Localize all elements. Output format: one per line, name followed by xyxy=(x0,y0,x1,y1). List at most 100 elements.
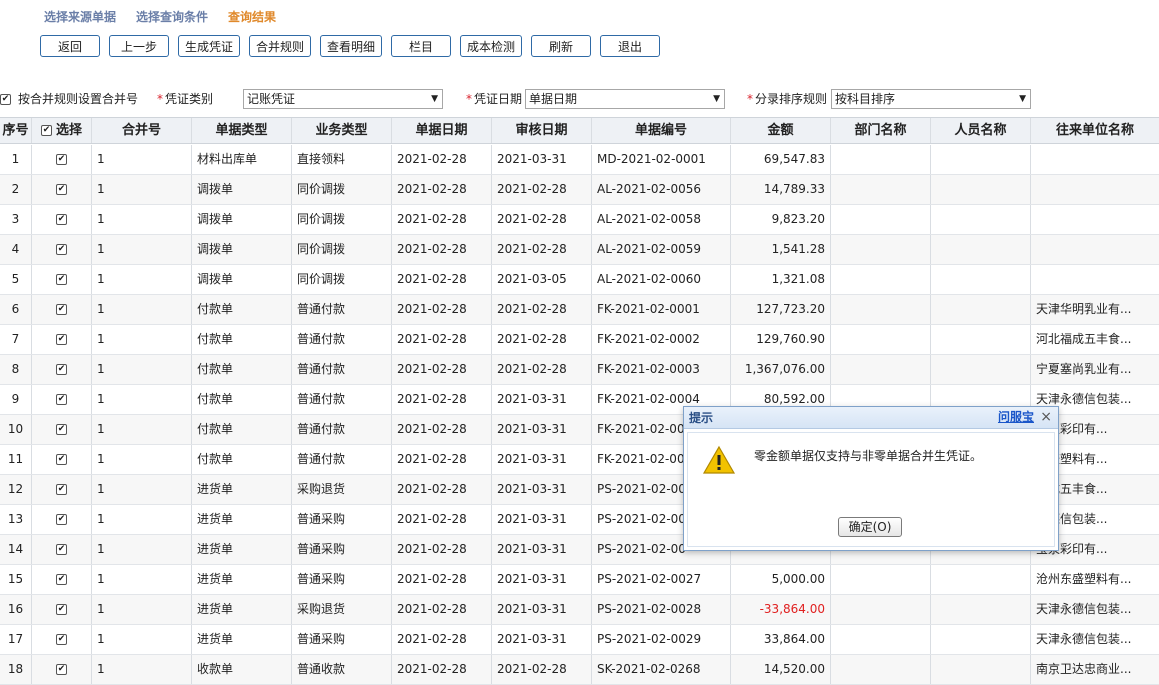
row-select-checkbox[interactable]: ✔ xyxy=(56,214,67,225)
cell-amount: 1,541.28 xyxy=(731,235,831,264)
row-select-checkbox[interactable]: ✔ xyxy=(56,454,67,465)
row-select-checkbox[interactable]: ✔ xyxy=(56,364,67,375)
table-row[interactable]: 1 ✔ 1 材料出库单 直接领料 2021-02-28 2021-03-31 MD-2021-… xyxy=(0,145,1159,175)
cell-doc-date: 2021-02-28 xyxy=(392,415,492,444)
col-header-doc-date[interactable]: 单据日期 xyxy=(392,118,492,143)
row-select-checkbox[interactable]: ✔ xyxy=(56,424,67,435)
table-row[interactable]: 5 ✔ 1 调拨单 同价调拨 2021-02-28 2021-03-05 AL-2021-02… xyxy=(0,265,1159,295)
table-row[interactable]: 17 ✔ 1 进货单 普通采购 2021-02-28 2021-03-31 PS-2021-0… xyxy=(0,625,1159,655)
cell-merge: 1 xyxy=(92,475,192,504)
sort-rule-select[interactable]: 按科目排序 ▼ xyxy=(831,89,1031,109)
table-row[interactable]: 8 ✔ 1 付款单 普通付款 2021-02-28 2021-02-28 FK-2021-02… xyxy=(0,355,1159,385)
cell-no: 11 xyxy=(0,445,32,474)
help-link[interactable]: 问服宝 xyxy=(998,407,1034,427)
ok-button[interactable]: 确定(O) xyxy=(838,517,902,537)
col-header-person[interactable]: 人员名称 xyxy=(931,118,1031,143)
voucher-date-label: * 凭证日期 xyxy=(466,92,523,106)
col-header-no[interactable]: 序号 xyxy=(0,118,32,143)
table-row[interactable]: 6 ✔ 1 付款单 普通付款 2021-02-28 2021-02-28 FK-2021-02… xyxy=(0,295,1159,325)
cell-doc-type: 付款单 xyxy=(192,445,292,474)
cell-audit-date: 2021-03-31 xyxy=(492,445,592,474)
table-row[interactable]: 18 ✔ 1 收款单 普通收款 2021-02-28 2021-02-28 SK-2021-0… xyxy=(0,655,1159,685)
cell-no: 14 xyxy=(0,535,32,564)
warning-icon xyxy=(702,445,736,474)
refresh-button[interactable]: 刷新 xyxy=(531,35,592,57)
col-header-audit-date[interactable]: 审核日期 xyxy=(492,118,592,143)
cell-doc-type: 调拨单 xyxy=(192,205,292,234)
columns-button[interactable]: 栏目 xyxy=(391,35,452,57)
row-select-checkbox[interactable]: ✔ xyxy=(56,664,67,675)
table-row[interactable]: 15 ✔ 1 进货单 普通采购 2021-02-28 2021-03-31 PS-2021-0… xyxy=(0,565,1159,595)
cell-no: 18 xyxy=(0,655,32,684)
table-row[interactable]: 16 ✔ 1 进货单 采购退货 2021-02-28 2021-03-31 PS-2021-0… xyxy=(0,595,1159,625)
table-row[interactable]: 4 ✔ 1 调拨单 同价调拨 2021-02-28 2021-02-28 AL-2021-02… xyxy=(0,235,1159,265)
col-header-amount[interactable]: 金额 xyxy=(731,118,831,143)
cell-partner: 天津永德信包装... xyxy=(1036,632,1132,646)
row-select-checkbox[interactable]: ✔ xyxy=(56,574,67,585)
row-select-checkbox[interactable]: ✔ xyxy=(56,544,67,555)
row-select-checkbox[interactable]: ✔ xyxy=(56,394,67,405)
cell-merge: 1 xyxy=(92,595,192,624)
row-select-checkbox[interactable]: ✔ xyxy=(56,604,67,615)
col-header-partner[interactable]: 往来单位名称 xyxy=(1031,118,1159,143)
dialog-body: 零金额单据仅支持与非零单据合并生凭证。 确定(O) xyxy=(687,432,1055,547)
row-select-checkbox[interactable]: ✔ xyxy=(56,304,67,315)
step-select-conditions[interactable]: 选择查询条件 xyxy=(136,8,208,26)
col-header-doc-type[interactable]: 单据类型 xyxy=(192,118,292,143)
cell-select: ✔ xyxy=(32,625,92,654)
voucher-date-select[interactable]: 单据日期 ▼ xyxy=(525,89,725,109)
row-select-checkbox[interactable]: ✔ xyxy=(56,484,67,495)
row-select-checkbox[interactable]: ✔ xyxy=(56,514,67,525)
dialog-message: 零金额单据仅支持与非零单据合并生凭证。 xyxy=(754,449,983,463)
cell-select: ✔ xyxy=(32,355,92,384)
cell-doc-no: PS-2021-02-0028 xyxy=(592,595,731,624)
back-button[interactable]: 返回 xyxy=(40,35,100,57)
step-select-source[interactable]: 选择来源单据 xyxy=(44,8,116,26)
row-select-checkbox[interactable]: ✔ xyxy=(56,274,67,285)
cell-doc-no: FK-2021-02-0003 xyxy=(592,355,731,384)
cell-audit-date: 2021-03-31 xyxy=(492,595,592,624)
select-all-checkbox[interactable]: ✔ xyxy=(40,125,52,136)
close-icon[interactable]: × xyxy=(1040,407,1052,427)
cell-person xyxy=(931,295,1031,324)
step-query-results[interactable]: 查询结果 xyxy=(228,8,276,26)
cell-doc-type: 收款单 xyxy=(192,655,292,684)
cell-select: ✔ xyxy=(32,535,92,564)
cell-select: ✔ xyxy=(32,205,92,234)
cell-person xyxy=(931,205,1031,234)
cell-amount: 1,321.08 xyxy=(731,265,831,294)
table-row[interactable]: 2 ✔ 1 调拨单 同价调拨 2021-02-28 2021-02-28 AL-2021-02… xyxy=(0,175,1159,205)
cell-audit-date: 2021-03-31 xyxy=(492,415,592,444)
cost-check-button[interactable]: 成本检测 xyxy=(460,35,523,57)
col-header-merge[interactable]: 合并号 xyxy=(92,118,192,143)
cell-partner: 宁夏塞尚乳业有... xyxy=(1036,362,1132,376)
generate-voucher-button[interactable]: 生成凭证 xyxy=(178,35,241,57)
row-select-checkbox[interactable]: ✔ xyxy=(56,334,67,345)
merge-rules-button[interactable]: 合并规则 xyxy=(249,35,312,57)
previous-step-button[interactable]: 上一步 xyxy=(109,35,169,57)
row-select-checkbox[interactable]: ✔ xyxy=(56,634,67,645)
cell-dept xyxy=(831,625,931,654)
exit-button[interactable]: 退出 xyxy=(600,35,661,57)
cell-dept xyxy=(831,265,931,294)
cell-doc-no: AL-2021-02-0058 xyxy=(592,205,731,234)
col-header-dept[interactable]: 部门名称 xyxy=(831,118,931,143)
table-row[interactable]: 3 ✔ 1 调拨单 同价调拨 2021-02-28 2021-02-28 AL-2021-02… xyxy=(0,205,1159,235)
row-select-checkbox[interactable]: ✔ xyxy=(56,244,67,255)
col-header-doc-no[interactable]: 单据编号 xyxy=(592,118,731,143)
cell-biz-type: 普通付款 xyxy=(292,385,392,414)
view-details-button[interactable]: 查看明细 xyxy=(320,35,383,57)
cell-audit-date: 2021-03-05 xyxy=(492,265,592,294)
merge-by-rule-checkbox[interactable]: ✔ xyxy=(0,94,11,105)
cell-person xyxy=(931,655,1031,684)
cell-no: 5 xyxy=(0,265,32,294)
voucher-type-select[interactable]: 记账凭证 ▼ xyxy=(243,89,443,109)
row-select-checkbox[interactable]: ✔ xyxy=(56,184,67,195)
cell-biz-type: 普通付款 xyxy=(292,295,392,324)
table-row[interactable]: 7 ✔ 1 付款单 普通付款 2021-02-28 2021-02-28 FK-2021-02… xyxy=(0,325,1159,355)
cell-doc-no: FK-2021-02-0002 xyxy=(592,325,731,354)
cell-select: ✔ xyxy=(32,325,92,354)
col-header-select[interactable]: ✔ 选择 xyxy=(32,118,92,143)
col-header-biz-type[interactable]: 业务类型 xyxy=(292,118,392,143)
row-select-checkbox[interactable]: ✔ xyxy=(56,154,67,165)
